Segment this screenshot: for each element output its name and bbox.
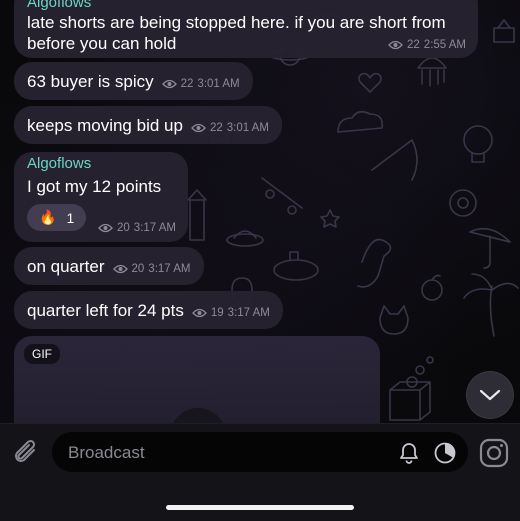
message-text: 63 buyer is spicy <box>27 71 154 91</box>
message-meta: 22 3:01 AM <box>191 122 269 134</box>
view-count: 22 <box>180 78 194 90</box>
eye-icon <box>112 264 128 274</box>
message-time: 3:01 AM <box>226 122 269 134</box>
message-text: quarter left for 24 pts <box>27 300 184 320</box>
message-text: keeps moving bid up <box>27 115 183 135</box>
message-bubble[interactable]: Algoflows I got my 12 points 🔥 1 20 3:17… <box>14 152 188 242</box>
chevron-down-icon <box>479 389 501 401</box>
eye-icon <box>388 40 403 50</box>
sender-name[interactable]: Algoflows <box>27 156 175 172</box>
view-count: 22 <box>407 39 420 51</box>
message-bubble[interactable]: Algoflows late shorts are being stopped … <box>14 0 478 58</box>
message-meta: 22 2:55 AM <box>388 39 466 51</box>
message-meta: 19 3:17 AM <box>191 307 270 319</box>
fire-emoji: 🔥 <box>39 209 57 225</box>
paperclip-icon[interactable] <box>12 438 42 468</box>
sender-name[interactable]: Algoflows <box>27 0 465 11</box>
composer-bar <box>0 423 520 521</box>
view-count: 20 <box>117 222 130 234</box>
gif-badge: GIF <box>24 344 60 364</box>
reaction-count: 1 <box>66 209 75 226</box>
view-count: 19 <box>210 307 224 319</box>
eye-icon <box>191 123 206 133</box>
timer-icon[interactable] <box>432 440 458 466</box>
message-time: 3:17 AM <box>148 263 191 275</box>
message-input-container <box>52 432 468 474</box>
eye-icon <box>98 223 113 233</box>
eye-icon <box>161 79 177 89</box>
message-bubble[interactable]: on quarter 20 3:17 AM <box>14 247 204 285</box>
message-time: 3:17 AM <box>133 222 176 234</box>
message-text: on quarter <box>27 256 105 276</box>
message-bubble[interactable]: keeps moving bid up 22 3:01 AM <box>14 106 282 144</box>
message-time: 2:55 AM <box>423 39 466 51</box>
instagram-camera-icon[interactable] <box>478 437 510 469</box>
home-indicator <box>166 505 354 510</box>
message-bubble[interactable]: quarter left for 24 pts 19 3:17 AM <box>14 291 283 329</box>
message-bubble[interactable]: 63 buyer is spicy 22 3:01 AM <box>14 62 253 100</box>
message-meta: 20 3:17 AM <box>112 263 191 275</box>
bell-icon[interactable] <box>396 440 422 466</box>
view-count: 20 <box>131 263 145 275</box>
broadcast-input[interactable] <box>66 432 370 474</box>
scroll-down-button[interactable] <box>466 371 514 419</box>
reaction-chip[interactable]: 🔥 1 <box>27 204 87 231</box>
message-time: 3:01 AM <box>197 78 240 90</box>
message-meta: 20 3:17 AM <box>98 222 176 234</box>
message-meta: 22 3:01 AM <box>161 78 240 90</box>
eye-icon <box>191 308 207 318</box>
view-count: 22 <box>209 122 223 134</box>
message-time: 3:17 AM <box>227 307 270 319</box>
message-text: I got my 12 points <box>27 177 162 196</box>
